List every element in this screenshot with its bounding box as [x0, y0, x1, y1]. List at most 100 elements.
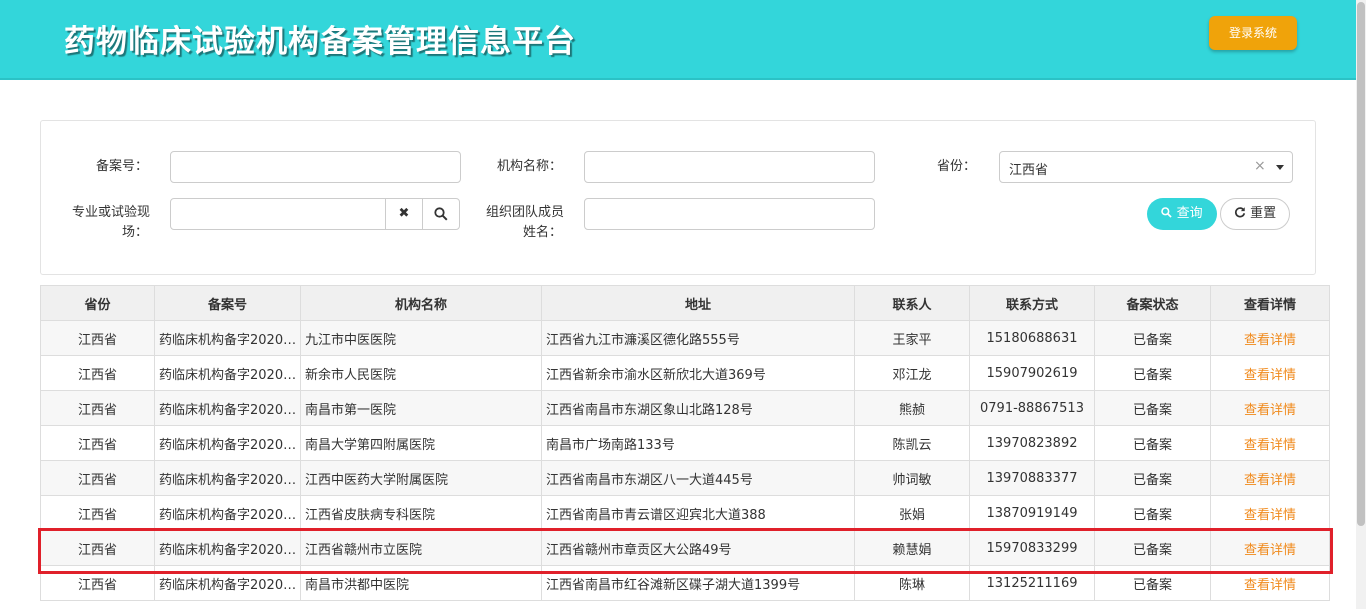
cell-address: 江西省新余市渝水区新欣北大道369号 [541, 355, 855, 391]
table-row: 江西省 药临床机构备字20200... 南昌市第一医院 江西省南昌市东湖区象山北… [40, 390, 1330, 426]
chevron-down-icon[interactable] [1276, 165, 1284, 170]
cell-contact: 陈凯云 [854, 425, 970, 461]
cell-org-name: 江西省皮肤病专科医院 [300, 495, 542, 531]
cell-record-no: 药临床机构备字20200... [154, 390, 301, 426]
cell-phone: 15180688631 [969, 320, 1095, 356]
cell-contact: 帅词敏 [854, 460, 970, 496]
column-header-org-name: 机构名称 [300, 285, 542, 321]
cell-org-name: 江西省赣州市立医院 [300, 530, 542, 566]
view-detail-link[interactable]: 查看详情 [1244, 543, 1296, 558]
specialty-input[interactable]: ✖ [170, 198, 460, 230]
cell-status: 已备案 [1094, 565, 1211, 601]
province-select-value: 江西省 [1009, 163, 1049, 178]
view-detail-link[interactable]: 查看详情 [1244, 333, 1296, 348]
cell-province: 江西省 [40, 460, 155, 496]
vertical-scrollbar[interactable] [1356, 0, 1366, 609]
table-row: 江西省 药临床机构备字20200... 南昌大学第四附属医院 南昌市广场南路13… [40, 425, 1330, 461]
province-label: 省份： [936, 159, 976, 174]
table-header-row: 省份 备案号 机构名称 地址 联系人 联系方式 备案状态 查看详情 [40, 285, 1330, 321]
member-label-line2: 姓名： [522, 225, 562, 240]
view-detail-link[interactable]: 查看详情 [1244, 508, 1296, 523]
clear-icon[interactable]: ✖ [385, 199, 422, 229]
reset-button[interactable]: 重置 [1220, 198, 1290, 230]
page-header: 药物临床试验机构备案管理信息平台 登录系统 [0, 0, 1356, 80]
table-row: 江西省 药临床机构备字20200... 南昌市洪都中医院 江西省南昌市红谷滩新区… [40, 565, 1330, 601]
org-name-input[interactable] [584, 151, 875, 183]
cell-address: 江西省南昌市东湖区八一大道445号 [541, 460, 855, 496]
cell-org-name: 南昌大学第四附属医院 [300, 425, 542, 461]
view-detail-link[interactable]: 查看详情 [1244, 578, 1296, 593]
cell-province: 江西省 [40, 320, 155, 356]
cell-province: 江西省 [40, 530, 155, 566]
cell-address: 南昌市广场南路133号 [541, 425, 855, 461]
refresh-icon [1234, 207, 1246, 218]
cell-phone: 13970823892 [969, 425, 1095, 461]
column-header-address: 地址 [541, 285, 855, 321]
cell-province: 江西省 [40, 565, 155, 601]
search-icon [1161, 207, 1173, 218]
query-button[interactable]: 查询 [1147, 198, 1217, 230]
view-detail-link[interactable]: 查看详情 [1244, 368, 1296, 383]
cell-status: 已备案 [1094, 355, 1211, 391]
cell-record-no: 药临床机构备字20200... [154, 355, 301, 391]
member-name-input[interactable] [584, 198, 875, 230]
scrollbar-thumb[interactable] [1357, 2, 1365, 526]
cell-record-no: 药临床机构备字20200... [154, 495, 301, 531]
cell-org-name: 新余市人民医院 [300, 355, 542, 391]
table-row: 江西省 药临床机构备字20200... 九江市中医医院 江西省九江市濂溪区德化路… [40, 320, 1330, 356]
cell-province: 江西省 [40, 390, 155, 426]
cell-contact: 赖慧娟 [854, 530, 970, 566]
cell-phone: 13870919149 [969, 495, 1095, 531]
search-icon [434, 206, 448, 221]
cell-org-name: 江西中医药大学附属医院 [300, 460, 542, 496]
cell-address: 江西省九江市濂溪区德化路555号 [541, 320, 855, 356]
cell-status: 已备案 [1094, 390, 1211, 426]
cell-contact: 张娟 [854, 495, 970, 531]
cell-phone: 13970883377 [969, 460, 1095, 496]
cell-org-name: 九江市中医医院 [300, 320, 542, 356]
view-detail-link[interactable]: 查看详情 [1244, 403, 1296, 418]
cell-status: 已备案 [1094, 320, 1211, 356]
results-table: 省份 备案号 机构名称 地址 联系人 联系方式 备案状态 查看详情 江西省 药临… [40, 285, 1330, 601]
cell-province: 江西省 [40, 355, 155, 391]
column-header-province: 省份 [40, 285, 155, 321]
cell-province: 江西省 [40, 425, 155, 461]
record-no-input[interactable] [170, 151, 461, 183]
cell-province: 江西省 [40, 495, 155, 531]
table-row: 江西省 药临床机构备字20200... 江西省皮肤病专科医院 江西省南昌市青云谱… [40, 495, 1330, 531]
cell-org-name: 南昌市洪都中医院 [300, 565, 542, 601]
table-row: 江西省 药临床机构备字20200... 江西省赣州市立医院 江西省赣州市章贡区大… [40, 530, 1330, 566]
cell-status: 已备案 [1094, 460, 1211, 496]
table-row: 江西省 药临床机构备字20200... 新余市人民医院 江西省新余市渝水区新欣北… [40, 355, 1330, 391]
column-header-record-no: 备案号 [154, 285, 301, 321]
cell-status: 已备案 [1094, 425, 1211, 461]
cell-address: 江西省南昌市红谷滩新区碟子湖大道1399号 [541, 565, 855, 601]
province-select[interactable]: 江西省 × [999, 151, 1293, 183]
column-header-phone: 联系方式 [969, 285, 1095, 321]
cell-status: 已备案 [1094, 530, 1211, 566]
cell-record-no: 药临床机构备字20200... [154, 530, 301, 566]
cell-record-no: 药临床机构备字20200... [154, 320, 301, 356]
cell-phone: 0791-88867513 [969, 390, 1095, 426]
cell-phone: 15907902619 [969, 355, 1095, 391]
cell-org-name: 南昌市第一医院 [300, 390, 542, 426]
cell-address: 江西省南昌市青云谱区迎宾北大道388 [541, 495, 855, 531]
view-detail-link[interactable]: 查看详情 [1244, 473, 1296, 488]
member-label-line1: 组织团队成员 [485, 205, 564, 220]
cell-contact: 王家平 [854, 320, 970, 356]
column-header-detail: 查看详情 [1210, 285, 1330, 321]
cell-record-no: 药临床机构备字20200... [154, 565, 301, 601]
record-no-label: 备案号： [95, 159, 148, 174]
query-button-label: 查询 [1176, 206, 1203, 221]
cell-contact: 陈琳 [854, 565, 970, 601]
search-icon-button[interactable] [422, 199, 459, 229]
reset-button-label: 重置 [1250, 206, 1277, 221]
clear-selection-icon[interactable]: × [1254, 158, 1266, 174]
view-detail-link[interactable]: 查看详情 [1244, 438, 1296, 453]
specialty-label-line1: 专业或试验现 [71, 205, 150, 220]
cell-record-no: 药临床机构备字20200... [154, 460, 301, 496]
table-row: 江西省 药临床机构备字20200... 江西中医药大学附属医院 江西省南昌市东湖… [40, 460, 1330, 496]
cell-phone: 13125211169 [969, 565, 1095, 601]
column-header-contact: 联系人 [854, 285, 970, 321]
login-button[interactable]: 登录系统 [1209, 16, 1297, 50]
